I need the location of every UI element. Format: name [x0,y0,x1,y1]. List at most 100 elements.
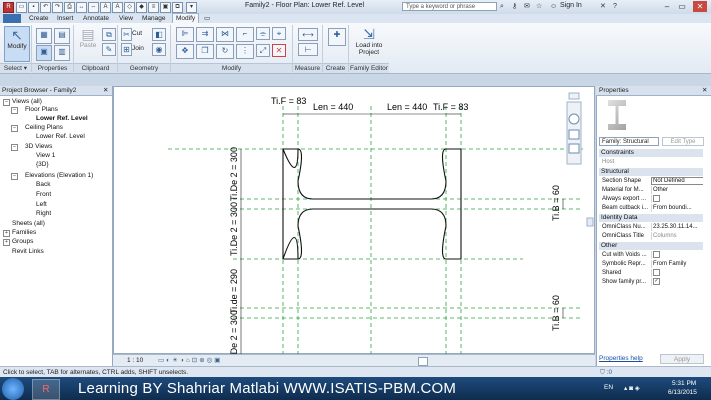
tag-icon[interactable]: A [100,2,111,13]
tab-create[interactable]: Create [29,14,49,23]
join-icon[interactable]: ⊞ [121,43,132,56]
properties-icon[interactable]: ▣ [36,45,52,61]
cut-with-voids-checkbox[interactable] [653,251,660,258]
scale-icon[interactable]: ⤢ [256,44,270,57]
property-row[interactable]: Show family pr... ✓ [599,278,703,286]
redo-icon[interactable]: ↷ [52,2,63,13]
exchange-icon[interactable]: ✕ [600,2,606,11]
edit-type-button[interactable]: Edit Type [662,137,704,146]
split-icon[interactable]: ⌯ [256,27,270,40]
measure-tool-icon[interactable]: ⟷ [298,28,318,41]
help-icon[interactable]: ? [613,2,617,11]
aligned-dimension-icon[interactable]: ⊢ [298,43,318,56]
property-row[interactable]: Shared [599,269,703,277]
tree-item-sheets[interactable]: Sheets (all) [12,220,45,228]
section-shape-select[interactable]: Not Defined [651,177,703,185]
match-type-icon[interactable]: ✎ [102,43,116,56]
property-row[interactable]: OmniClass Nu... 23.25.30.11.14... [599,223,703,231]
section-profile[interactable] [282,148,462,260]
move-icon[interactable]: ✥ [176,44,194,59]
collapse-icon[interactable]: – [11,144,18,151]
tree-item-ceiling-plans[interactable]: Ceiling Plans [25,124,63,132]
tree-item-lower-ref-level[interactable]: Lower Ref. Level [36,115,88,123]
tray-icons[interactable]: ▴ ◙ ◈ [624,384,640,392]
close-navbar-icon[interactable] [568,92,580,100]
3d-view-icon[interactable]: ◇ [124,2,135,13]
property-row[interactable]: Cut with Voids ... [599,251,703,259]
family-types-icon[interactable]: ▦ [36,28,52,44]
search-input[interactable]: Type a keyword or phrase [402,2,497,11]
tree-item-floor-plans[interactable]: Floor Plans [25,106,58,114]
language-indicator[interactable]: EN [604,384,613,391]
property-row[interactable]: Symbolic Repr... From Family [599,260,703,268]
section-icon[interactable]: ◆ [136,2,147,13]
tree-item-views-all[interactable]: Views (all) [12,98,42,106]
copy-icon[interactable]: ⧉ [102,28,116,41]
view-scale[interactable]: 1 : 10 [127,355,143,366]
tab-view[interactable]: View [119,14,133,23]
tree-item-groups[interactable]: Groups [12,238,33,246]
type-properties-icon[interactable]: ▥ [54,45,70,61]
property-row[interactable]: Beam cutback i... From boundi... [599,204,703,212]
always-export-checkbox[interactable] [653,195,660,202]
dim-tib-bottom[interactable]: Ti.B = 60 [551,295,561,331]
properties-help-link[interactable]: Properties help [599,355,643,362]
dim-tib-top[interactable]: Ti.B = 60 [551,185,561,221]
property-row[interactable]: Always export ... [599,195,703,203]
quick-access-dropdown-icon[interactable]: ▾ [186,2,197,13]
mirror-axis-icon[interactable]: ⋈ [216,27,234,42]
collapse-icon[interactable]: – [11,173,18,180]
section-constraints[interactable]: Constraints [599,149,703,157]
section-other[interactable]: Other [599,242,703,250]
close-icon[interactable]: ✕ [693,1,707,12]
favorites-icon[interactable]: ☆ [536,2,542,11]
cut-geometry-icon[interactable]: ✂ [121,28,132,41]
trim-icon[interactable]: ⌐ [236,27,254,42]
tree-item-back[interactable]: Back [36,181,50,189]
align-icon[interactable]: ⊫ [176,27,194,42]
shared-checkbox[interactable] [653,269,660,276]
text-icon[interactable]: A [112,2,123,13]
search-icon[interactable]: ⌕ [500,2,504,11]
switch-windows-icon[interactable]: ⧉ [172,2,183,13]
offset-icon[interactable]: ⇉ [196,27,214,42]
maximize-icon[interactable]: ▭ [675,1,689,12]
delete-icon[interactable]: ✕ [272,44,286,57]
show-family-checkbox[interactable]: ✓ [653,278,660,285]
application-menu-icon[interactable]: R [3,2,14,13]
dim-len-right[interactable]: Len = 440 [387,102,427,112]
property-row[interactable]: Material for M... Other [599,186,703,194]
revit-taskbar-icon[interactable]: R [32,379,60,400]
tree-item-view-1[interactable]: View 1 [36,152,55,160]
vertical-scrollbar[interactable] [586,217,594,227]
split-face-icon[interactable]: ◧ [152,28,166,41]
print-icon[interactable]: ⎙ [64,2,75,13]
tree-item-ceiling-lower-ref-level[interactable]: Lower Ref. Level [36,133,85,141]
cut-label[interactable]: Cut [132,30,142,37]
array-icon[interactable]: ⋮ [236,44,254,59]
thin-lines-icon[interactable]: ≡ [148,2,159,13]
property-row[interactable]: Section Shape Not Defined [599,177,703,185]
expand-icon[interactable]: + [3,230,10,237]
family-category-icon[interactable]: ▤ [54,28,70,44]
panel-select[interactable]: Select ▾ [0,63,31,73]
tree-item-left[interactable]: Left [36,201,47,209]
save-icon[interactable]: ▪ [28,2,39,13]
steering-wheel-icon[interactable] [568,113,580,125]
horizontal-scrollbar[interactable] [418,357,428,366]
view-control-icons[interactable]: ▭◐☀◑⌂⊡⊕◎▣ [158,355,222,366]
dim-tide-top[interactable]: Ti.De 2 = 300 [229,147,239,201]
collapse-icon[interactable]: – [11,107,18,114]
create-similar-icon[interactable]: ✚ [328,28,346,46]
ribbon-minimize-icon[interactable]: ▭ [204,14,210,23]
tab-annotate[interactable]: Annotate [83,14,109,23]
dim-tide-main[interactable]: Ti.de = 290 [229,269,239,314]
tab-manage[interactable]: Manage [142,14,166,23]
tree-item-3d-views[interactable]: 3D Views [25,143,52,151]
section-structural[interactable]: Structural [599,168,703,176]
close-icon[interactable]: ✕ [702,86,707,95]
measure-icon[interactable]: ↔ [76,2,87,13]
dim-tide-mid[interactable]: Ti.De 2 = 300 [229,202,239,256]
tree-item-elevations[interactable]: Elevations (Elevation 1) [25,172,93,180]
drawing-area[interactable]: Ti.F = 83 Len = 440 Len = 440 Ti.F = 83 … [113,86,595,354]
